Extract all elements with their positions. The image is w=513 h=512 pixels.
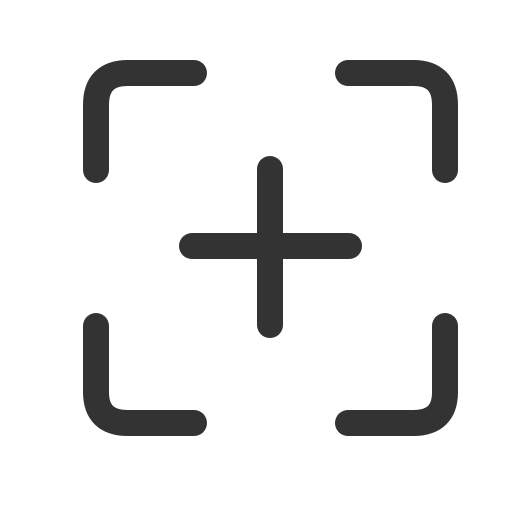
add-frame-icon-svg — [83, 60, 458, 436]
corner-bottom-left-icon — [83, 313, 207, 436]
add-frame-icon — [0, 0, 513, 512]
corner-bottom-right-icon — [335, 313, 458, 436]
icon-canvas — [0, 0, 513, 512]
corner-top-left-icon — [83, 60, 207, 183]
corner-top-right-icon — [335, 60, 458, 183]
